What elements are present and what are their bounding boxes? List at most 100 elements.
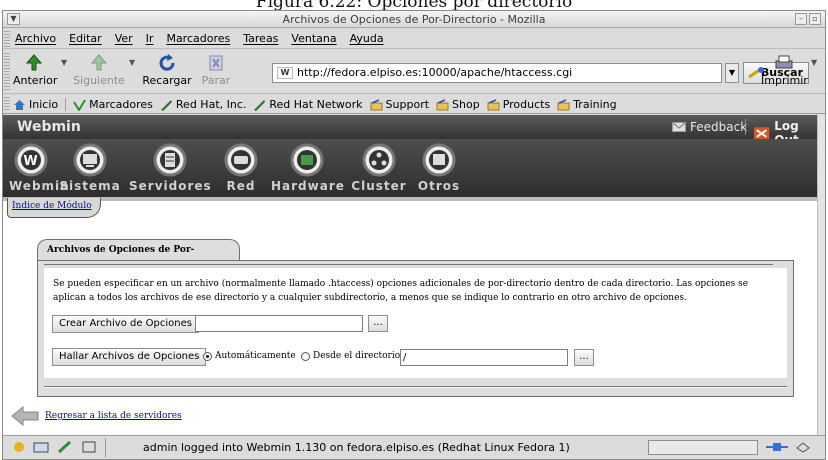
bookmark-label: Support [385,98,430,111]
url-dropdown-icon[interactable]: ▼ [725,63,739,83]
back-button[interactable]: Anterior [13,53,58,87]
print-dropdown[interactable]: ▼ [811,58,817,67]
menu-marcadores[interactable]: Marcadores [166,32,230,45]
webmin-w-icon: W [14,143,48,177]
feedback-label: Feedback [690,120,748,134]
url-text: http://fedora.elpiso.es:10000/apache/hta… [297,66,573,79]
create-options-file-button[interactable]: Crear Archivo de Opciones [52,315,199,333]
bookmark-label: Red Hat Network [269,98,363,111]
toolbar-grip[interactable] [4,53,10,91]
bookmark-menu-label: Marcadores [89,98,153,111]
back-history-dropdown[interactable]: ▼ [61,58,67,67]
header-divider [745,119,746,135]
bookmarks-icon [73,98,86,111]
bookmark-item[interactable]: Support [370,98,429,111]
menu-ver[interactable]: Ver [115,32,133,45]
mail-icon[interactable] [33,440,49,454]
chip-icon [290,143,324,177]
category-webmin[interactable]: W Webmin [9,143,69,193]
top-rule [44,264,773,266]
back-to-servers-link[interactable]: Regresar a lista de servidores [45,411,182,421]
forward-button[interactable]: Siguiente [73,53,125,87]
category-otros[interactable]: Otros [415,143,463,193]
menu-ventana[interactable]: Ventana [291,32,336,45]
create-browse-button[interactable]: ... [368,315,388,332]
maximize-icon[interactable]: ▫ [809,13,821,25]
back-to-servers[interactable]: Regresar a lista de servidores [11,406,182,426]
toolbar-grip[interactable] [4,31,10,47]
category-label: Hardware [271,179,345,193]
menu-archivo[interactable]: Archivo [15,32,56,45]
module-index-link[interactable]: Indice de Módulo [12,201,92,211]
monitor-icon [73,143,107,177]
menu-ir[interactable]: Ir [146,32,154,45]
home-icon [14,99,25,110]
category-sistema[interactable]: Sistema [59,143,121,193]
menu-bar: Archivo Editar Ver Ir Marcadores Tareas … [3,29,825,49]
composer-icon[interactable] [57,440,73,454]
bookmark-label: Red Hat, Inc. [175,98,247,111]
module-index-tab[interactable]: Indice de Módulo [7,198,101,218]
bookmark-item[interactable]: Red Hat Network [253,98,363,111]
bookmark-item[interactable]: Red Hat, Inc. [160,98,246,111]
stop-button[interactable]: Parar [199,53,233,87]
folder-icon [436,98,449,110]
panel-description: Se pueden especificar en un archivo (nor… [53,279,749,303]
category-label: Servidores [129,179,212,193]
bookmark-label: Training [573,98,617,111]
forward-label: Siguiente [73,74,125,87]
find-options-files-button[interactable]: Hallar Archivos de Opciones [52,348,207,366]
create-directory-input[interactable] [195,315,363,332]
bookmark-menu[interactable]: Marcadores [73,98,153,111]
radio-from-directory-dot[interactable] [301,351,310,361]
back-label: Anterior [13,74,58,87]
category-red[interactable]: Red [219,143,263,193]
category-hardware[interactable]: Hardware [271,143,345,193]
security-icon[interactable] [795,440,811,454]
bookmark-item[interactable]: Products [487,98,550,111]
online-icon[interactable] [765,440,789,454]
navigation-toolbar: Anterior ▼ Siguiente ▼ Recargar Parar W … [3,50,825,94]
network-icon [224,143,258,177]
feedback-link[interactable]: Feedback [672,120,747,134]
options-panel: Se pueden especificar en un archivo (nor… [37,260,794,397]
bookmark-label: Shop [452,98,480,111]
forward-history-dropdown[interactable]: ▼ [129,58,135,67]
menu-editar[interactable]: Editar [69,32,102,45]
toolbar-grip[interactable] [4,97,10,112]
radio-from-directory-label: Desde el directorio [313,351,401,361]
navigator-icon[interactable] [11,440,27,454]
bookmark-home-label: Inicio [29,98,59,111]
panel-title-tab: Archivos de Opciones de Por-Directorio [37,239,240,276]
folder-icon [370,98,383,110]
menu-tareas[interactable]: Tareas [243,32,278,45]
status-bar: admin logged into Webmin 1.130 on fedora… [3,435,825,459]
radio-automatic-label: Automáticamente [215,351,296,361]
vertical-scrollbar[interactable] [817,115,825,435]
tools-icon [422,143,456,177]
bookmark-home[interactable]: Inicio [13,98,58,111]
bottom-rule [44,386,787,388]
from-directory-input[interactable]: / [400,349,568,366]
reload-button[interactable]: Recargar [141,53,193,87]
print-button[interactable]: Imprimir [761,53,808,87]
webmin-logo[interactable]: Webmin [17,119,81,135]
stop-icon [209,55,223,71]
menu-ayuda[interactable]: Ayuda [350,32,384,45]
minimize-icon[interactable]: – [795,13,807,25]
svg-text:W: W [23,154,38,169]
progress-bar [648,440,758,455]
webmin-header: Webmin Feedback Log Out [3,115,825,147]
radio-automatic-dot[interactable] [203,351,212,361]
radio-automatic[interactable]: Automáticamente [203,351,296,361]
radio-from-directory[interactable]: Desde el directorio [301,351,400,361]
category-cluster[interactable]: Cluster [349,143,409,193]
bookmark-item[interactable]: Training [557,98,617,111]
from-browse-button[interactable]: ... [574,349,594,366]
print-label: Imprimir [761,74,808,87]
category-servidores[interactable]: Servidores [129,143,211,193]
url-input[interactable]: W http://fedora.elpiso.es:10000/apache/h… [272,63,722,83]
bookmark-separator [65,98,67,111]
bookmark-item[interactable]: Shop [436,98,480,111]
address-book-icon[interactable] [81,440,97,454]
